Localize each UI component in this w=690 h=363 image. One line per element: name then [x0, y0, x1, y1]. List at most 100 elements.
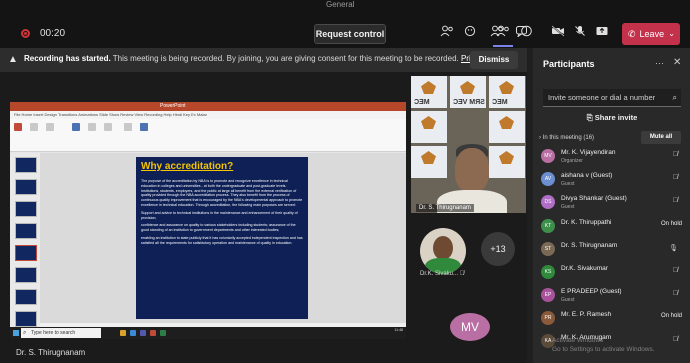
- leave-label: Leave: [639, 29, 665, 39]
- watermark-line: Go to Settings to activate Windows.: [552, 346, 655, 353]
- participant-row[interactable]: MV Mr. K. Vijayendiran Organizer 🎙̸: [541, 147, 686, 169]
- mic-off-icon: 🎙̸: [672, 336, 678, 343]
- avatar: KT: [541, 219, 555, 233]
- meeting-timer: 00:20: [40, 28, 66, 39]
- slide-thumb[interactable]: [15, 289, 37, 305]
- ribbon-screenshot-icon: [30, 123, 38, 133]
- invite-input[interactable]: Invite someone or dial a number ⌕: [543, 89, 681, 107]
- avatar: EP: [541, 288, 555, 302]
- mic-off-icon: 🎙̸: [672, 174, 678, 181]
- participant-name: Mr. E. P. Ramesh: [561, 311, 612, 318]
- bg-banner: SRM VEC: [450, 76, 486, 108]
- slide-thumb[interactable]: [15, 157, 37, 173]
- ribbon-audio-icon: [104, 123, 112, 133]
- powerpoint-icon: [150, 330, 156, 336]
- people-icon-main[interactable]: [438, 24, 456, 42]
- mic-off-icon: 🎙̸: [672, 197, 678, 204]
- dismiss-button[interactable]: Dismiss: [470, 51, 518, 69]
- bg-banner: [411, 111, 447, 143]
- people-toggle-icon[interactable]: [488, 24, 506, 42]
- active-tab-indicator: [493, 45, 513, 47]
- tile-name-text: Dr.K. Sivaku...: [420, 271, 459, 277]
- share-tray-icon[interactable]: [593, 24, 611, 42]
- avatar: KS: [541, 265, 555, 279]
- edge-icon: [130, 330, 136, 336]
- warning-icon: ▲: [8, 54, 18, 65]
- mic-off-icon[interactable]: [571, 24, 589, 42]
- close-icon[interactable]: ✕: [673, 57, 681, 68]
- slide-thumb[interactable]: [15, 267, 37, 283]
- slide-thumb[interactable]: [15, 179, 37, 195]
- slide-thumb[interactable]: [15, 311, 37, 327]
- chat-bubble-icon[interactable]: [512, 24, 530, 42]
- avatar: ST: [541, 242, 555, 256]
- slide-paragraph: confidence and assurance on quality to v…: [141, 223, 296, 233]
- participant-row[interactable]: ST Dr. S. Thirugnanam 🎙: [541, 240, 686, 262]
- avatar: AV: [541, 172, 555, 186]
- participant-row[interactable]: EP E PRADEEP (Guest) Guest 🎙̸: [541, 286, 686, 308]
- in-meeting-label: In this meeting (16): [542, 135, 595, 141]
- slide-canvas: Why accreditation? The purpose of the ac…: [40, 153, 406, 323]
- bg-banner: [489, 111, 525, 143]
- watermark-line: Activate Windows: [552, 337, 604, 344]
- more-participants-button[interactable]: +13: [481, 232, 515, 266]
- share-invite-label: Share invite: [594, 113, 638, 122]
- banner-text: Recording has started. This meeting is b…: [24, 54, 510, 63]
- in-meeting-section[interactable]: › In this meeting (16): [539, 135, 594, 141]
- slide-thumb-selected[interactable]: [15, 245, 37, 261]
- mic-off-icon: 🎙̸: [672, 290, 678, 297]
- slide-thumb[interactable]: [15, 201, 37, 217]
- reactions-icon[interactable]: [461, 24, 479, 42]
- main-video-tile[interactable]: MEC SRM VEC MEC: [411, 76, 526, 213]
- share-icon: ⎘: [586, 113, 593, 122]
- recording-indicator-icon: [21, 29, 30, 38]
- participant-role: Organizer: [561, 158, 583, 164]
- participant-face: [433, 236, 453, 260]
- avatar[interactable]: MV: [450, 313, 490, 341]
- participant-row[interactable]: KT Dr. K. Thiruppathi On hold: [541, 217, 686, 239]
- invite-placeholder: Invite someone or dial a number: [548, 93, 656, 102]
- mic-off-icon: 🎙̸: [672, 151, 678, 158]
- avatar: PR: [541, 311, 555, 325]
- mic-icon: 🎙: [669, 245, 678, 252]
- ppt-title: PowerPoint: [160, 103, 186, 109]
- participants-panel: Participants ··· ✕ Invite someone or dia…: [533, 48, 690, 363]
- windows-taskbar: Type here to search 11:48: [10, 327, 406, 339]
- ribbon-clip-icon: [46, 123, 54, 133]
- recording-banner: ▲ Recording has started. This meeting is…: [0, 48, 527, 72]
- leave-button[interactable]: ✆ Leave ⌄: [622, 23, 680, 45]
- ribbon-record-icon: [14, 123, 22, 133]
- more-options-icon[interactable]: ···: [655, 58, 664, 68]
- slide-paragraph: The purpose of the accreditation by NBA …: [141, 179, 303, 207]
- participant-row[interactable]: PR Mr. E. P. Ramesh On hold: [541, 309, 686, 331]
- participant-role: Guest: [561, 181, 575, 187]
- camera-off-icon[interactable]: [549, 24, 567, 42]
- taskbar-search: Type here to search: [21, 328, 101, 338]
- participant-name: Mr. K. Vijayendiran: [561, 149, 616, 156]
- ribbon-export-icon: [140, 123, 148, 133]
- banner-message: This meeting is being recorded. By joini…: [112, 54, 459, 63]
- windows-activation-watermark: Activate Windows Go to Settings to activ…: [552, 336, 655, 354]
- mic-off-icon: 🎙̸: [459, 271, 465, 277]
- mic-off-icon: 🎙̸: [672, 267, 678, 274]
- current-slide: Why accreditation? The purpose of the ac…: [136, 157, 308, 319]
- tile-name: Dr.K. Sivaku... 🎙̸: [420, 271, 464, 277]
- slide-thumb[interactable]: [15, 223, 37, 239]
- participant-name: aishana v (Guest): [561, 172, 613, 179]
- request-control-button[interactable]: Request control: [314, 24, 386, 44]
- slide-paragraph: Support and advice to technical institut…: [141, 210, 298, 220]
- participant-row[interactable]: KS Dr.K. Sivakumar 🎙̸: [541, 263, 686, 285]
- share-invite-button[interactable]: ⎘ Share invite: [543, 110, 681, 126]
- participant-video-tile[interactable]: [420, 228, 466, 274]
- ppt-titlebar: PowerPoint: [10, 102, 406, 111]
- ribbon-save-icon: [124, 123, 132, 133]
- chevron-down-icon[interactable]: ⌄: [668, 23, 675, 45]
- file-explorer-icon: [120, 330, 126, 336]
- phone-icon: ✆: [628, 29, 636, 39]
- participant-row[interactable]: AV aishana v (Guest) Guest 🎙̸: [541, 170, 686, 192]
- participant-row[interactable]: DS Divya Shankar (Guest) Guest 🎙̸: [541, 193, 686, 215]
- mute-all-button[interactable]: Mute all: [641, 131, 681, 144]
- bg-banner: MEC: [411, 76, 447, 108]
- participant-name: Dr. S. Thirugnanam: [561, 242, 618, 249]
- taskbar-clock: 11:48: [394, 328, 404, 332]
